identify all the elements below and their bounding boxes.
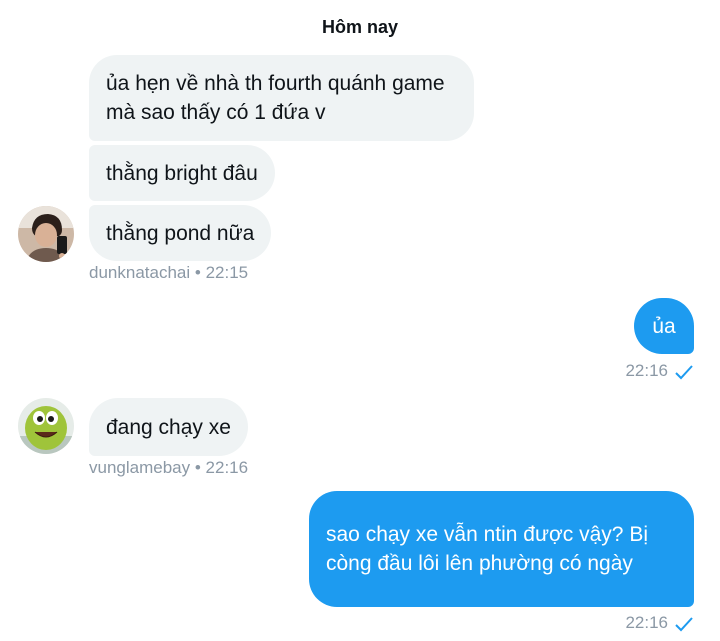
sender-name[interactable]: vunglamebay [89, 458, 190, 477]
message-text: thằng bright đâu [106, 161, 258, 185]
message-time: 22:16 [205, 458, 249, 477]
message-text: đang chạy xe [106, 415, 231, 439]
message-meta: 22:16 [625, 613, 668, 633]
check-icon [675, 617, 693, 632]
message-meta: vunglamebay • 22:16 [89, 458, 248, 478]
incoming-message[interactable]: đang chạy xe [89, 398, 248, 456]
incoming-message[interactable]: thằng pond nữa [89, 205, 272, 261]
outgoing-message[interactable]: ủa [634, 298, 694, 354]
message-text: sao chạy xe vẫn ntin được vậy? Bị còng đ… [326, 523, 648, 575]
message-text: ủa [652, 314, 676, 338]
message-text: ủa hẹn về nhà th fourth quánh game mà sa… [106, 72, 445, 124]
message-time: 22:15 [205, 263, 249, 282]
avatar-creature-icon [18, 398, 74, 454]
message-meta: dunknatachai • 22:15 [89, 263, 248, 283]
message-time: 22:16 [625, 361, 668, 380]
outgoing-message[interactable]: sao chạy xe vẫn ntin được vậy? Bị còng đ… [309, 491, 694, 607]
avatar[interactable] [18, 206, 74, 262]
check-icon [675, 365, 693, 380]
meta-separator: • [194, 458, 201, 477]
incoming-message[interactable]: thằng bright đâu [89, 145, 275, 201]
message-text: thằng pond nữa [106, 221, 255, 245]
message-time: 22:16 [625, 613, 668, 632]
avatar[interactable] [18, 398, 74, 454]
day-header: Hôm nay [321, 17, 399, 37]
meta-separator: • [194, 263, 201, 282]
sender-name[interactable]: dunknatachai [89, 263, 190, 282]
message-meta: 22:16 [625, 361, 668, 381]
incoming-message[interactable]: ủa hẹn về nhà th fourth quánh game mà sa… [89, 55, 474, 141]
avatar-photo-icon [18, 206, 74, 262]
